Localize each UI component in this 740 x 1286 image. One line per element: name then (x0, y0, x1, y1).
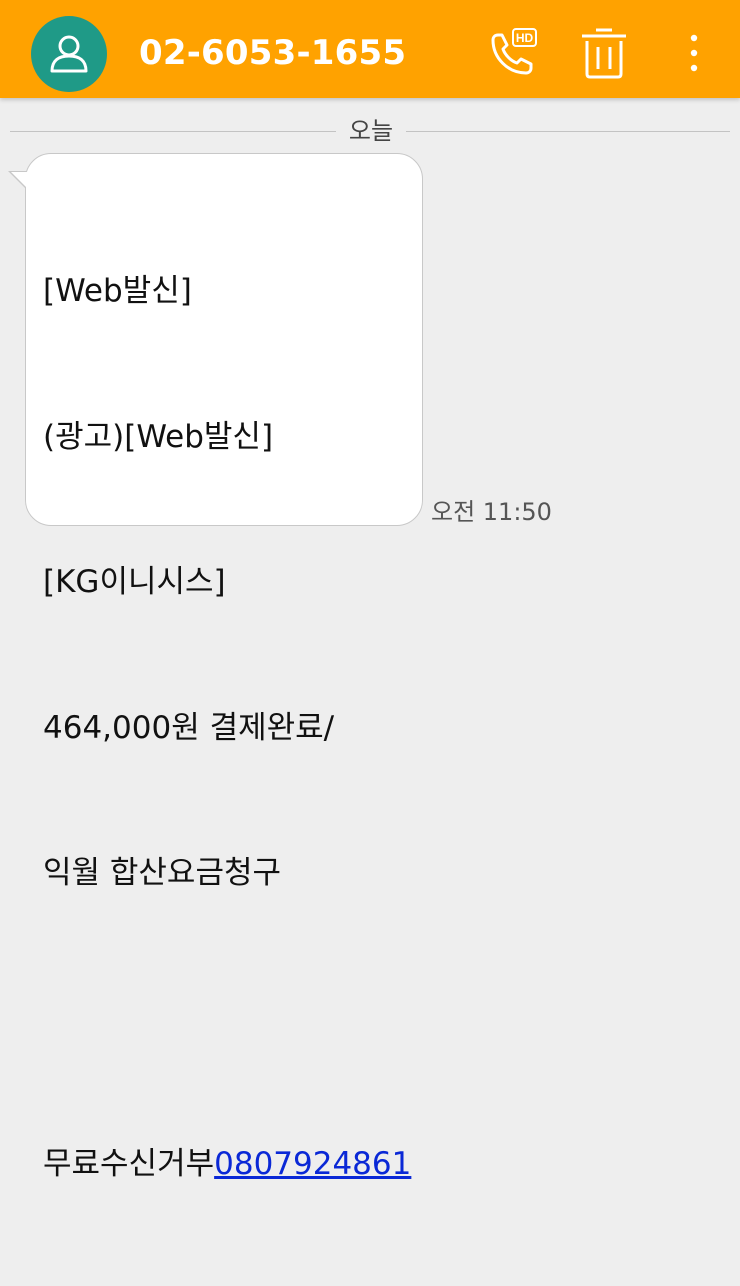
message-line: 익월 합산요금청구 (43, 855, 282, 891)
message-line: [Web발신] (43, 273, 192, 309)
message-line: 464,000원 결제완료/ (43, 709, 335, 746)
optout-label: 무료수신거부 (43, 1146, 215, 1182)
hd-call-icon: HD (491, 28, 537, 75)
contact-number: 02-6053-1655 (139, 33, 407, 73)
svg-text:HD: HD (516, 31, 534, 45)
bubble-tail-fill (11, 172, 27, 188)
message-line: (광고)[Web발신] (43, 418, 274, 455)
trash-icon (582, 28, 626, 79)
divider-line-left (10, 131, 336, 132)
message-time: 오전 11:50 (431, 498, 552, 526)
message-line (43, 995, 411, 1044)
optout-phone-link[interactable]: 0807924861 (214, 1146, 411, 1182)
date-label: 오늘 (348, 117, 394, 145)
person-icon (50, 35, 88, 73)
message-line: [KG이니시스] (43, 564, 226, 600)
message-bubble[interactable]: [Web발신] (광고)[Web발신] [KG이니시스] 464,000원 결제… (25, 153, 423, 1182)
message-line-optout: 무료수신거부0807924861 (43, 1140, 411, 1189)
more-vertical-icon (690, 34, 698, 72)
app-bar: 02-6053-1655 HD (0, 0, 740, 98)
hd-call-button[interactable]: HD (484, 26, 542, 82)
more-options-button[interactable] (676, 26, 712, 82)
divider-line-right (406, 131, 730, 132)
delete-button[interactable] (578, 26, 630, 82)
message-text: [Web발신] (광고)[Web발신] [KG이니시스] 464,000원 결제… (43, 170, 411, 1286)
date-divider: 오늘 (10, 113, 730, 149)
contact-avatar[interactable] (31, 16, 107, 92)
